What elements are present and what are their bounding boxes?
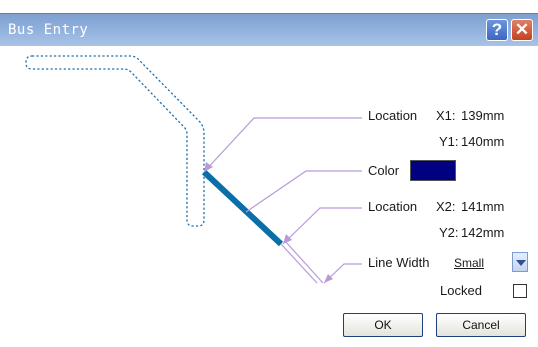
location2-label: Location bbox=[368, 199, 418, 214]
x2-label: X2: bbox=[436, 199, 456, 214]
callout-location2 bbox=[282, 207, 362, 245]
width-guide-2 bbox=[284, 240, 324, 284]
y1-label: Y1: bbox=[439, 134, 459, 149]
location1-label: Location bbox=[368, 108, 418, 123]
y2-value[interactable]: 142mm bbox=[461, 225, 504, 240]
color-swatch[interactable] bbox=[410, 160, 456, 181]
y2-label: Y2: bbox=[439, 225, 459, 240]
x1-value[interactable]: 139mm bbox=[461, 108, 504, 123]
callout-color bbox=[245, 170, 362, 213]
bus-entry-line bbox=[201, 169, 284, 247]
arrow-location2 bbox=[283, 234, 292, 244]
cancel-button[interactable]: Cancel bbox=[436, 313, 526, 337]
chevron-down-icon bbox=[516, 260, 526, 266]
locked-checkbox[interactable] bbox=[513, 284, 527, 298]
line-width-label: Line Width bbox=[368, 255, 430, 270]
callout-location1 bbox=[203, 117, 362, 173]
x2-value[interactable]: 141mm bbox=[461, 199, 504, 214]
locked-label: Locked bbox=[440, 283, 482, 298]
y1-value[interactable]: 140mm bbox=[461, 134, 504, 149]
width-guide-1 bbox=[280, 243, 318, 284]
ok-button[interactable]: OK bbox=[343, 313, 423, 337]
x1-label: X1: bbox=[436, 108, 456, 123]
line-width-dropdown-button[interactable] bbox=[512, 252, 528, 272]
color-label: Color bbox=[368, 163, 400, 178]
line-width-select[interactable]: Small bbox=[454, 256, 484, 270]
bus-outline bbox=[25, 55, 205, 227]
